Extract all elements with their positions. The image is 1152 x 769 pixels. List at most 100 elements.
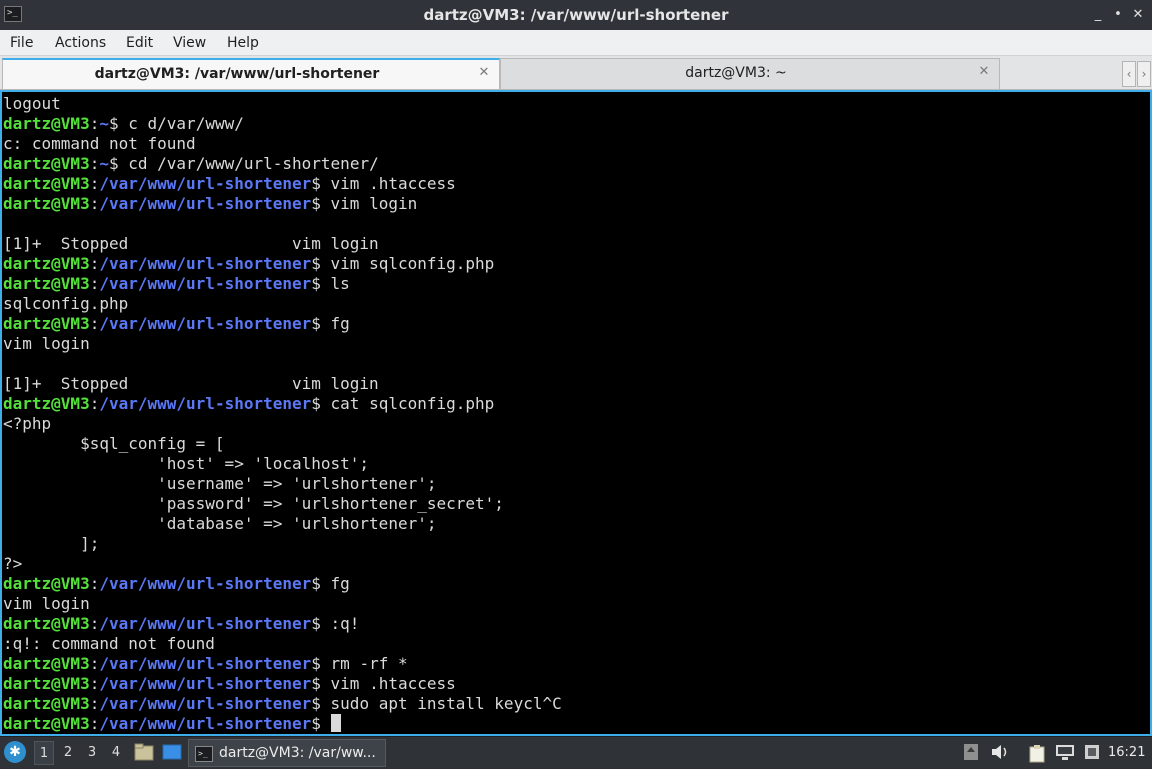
prompt-user: dartz@VM3	[3, 714, 90, 733]
prompt-path: /var/www/url-shortener	[99, 394, 312, 413]
prompt-symbol: $	[311, 574, 321, 593]
terminal-line: dartz@VM3:/var/www/url-shortener$ vim lo…	[3, 194, 562, 214]
prompt-symbol: $	[311, 314, 321, 333]
prompt-symbol: $	[311, 194, 321, 213]
terminal-line: ?>	[3, 554, 562, 574]
taskbar: ✱ 1 2 3 4 >_ dartz@VM3: /var/ww... 16:21	[0, 736, 1152, 768]
close-tab-icon[interactable]: ✕	[977, 65, 991, 79]
tab-label: dartz@VM3: /var/www/url-shortener	[94, 66, 380, 82]
command-text: vim login	[320, 194, 418, 213]
prompt-path: /var/www/url-shortener	[99, 314, 312, 333]
tab-home[interactable]: dartz@VM3: ~ ✕	[500, 58, 1000, 89]
prompt-symbol: $	[108, 154, 119, 173]
network-icon[interactable]	[1054, 743, 1076, 763]
start-menu-icon[interactable]: ✱	[4, 741, 26, 763]
command-text	[321, 714, 331, 733]
tray-update-icon[interactable]	[962, 743, 980, 763]
prompt-user: dartz@VM3	[3, 694, 90, 713]
menu-edit[interactable]: Edit	[126, 30, 153, 56]
output-text: vim login	[3, 594, 90, 613]
clipboard-icon[interactable]	[1026, 743, 1048, 763]
menu-actions[interactable]: Actions	[55, 30, 106, 56]
terminal-line: dartz@VM3:/var/www/url-shortener$ rm -rf…	[3, 654, 562, 674]
terminal-line: :q!: command not found	[3, 634, 562, 654]
prompt-separator: :	[89, 694, 100, 713]
command-text: vim .htaccess	[320, 674, 456, 693]
prompt-symbol: $	[108, 114, 119, 133]
terminal-line: dartz@VM3:~$ cd /var/www/url-shortener/	[3, 154, 562, 174]
menu-file[interactable]: File	[10, 30, 33, 56]
terminal-line: vim login	[3, 594, 562, 614]
prompt-symbol: $	[311, 174, 321, 193]
terminal-line: sqlconfig.php	[3, 294, 562, 314]
prompt-separator: :	[89, 674, 100, 693]
tab-url-shortener[interactable]: dartz@VM3: /var/www/url-shortener ✕	[2, 58, 500, 89]
terminal-line: dartz@VM3:/var/www/url-shortener$ fg	[3, 314, 562, 334]
menu-view[interactable]: View	[173, 30, 206, 56]
output-text: 'password' => 'urlshortener_secret';	[3, 494, 504, 513]
scroll-tabs-left-icon[interactable]: ‹	[1122, 61, 1136, 87]
terminal-line: [1]+ Stopped vim login	[3, 374, 562, 394]
terminal-line: dartz@VM3:/var/www/url-shortener$ fg	[3, 574, 562, 594]
task-terminal[interactable]: >_ dartz@VM3: /var/ww...	[188, 739, 386, 767]
prompt-user: dartz@VM3	[3, 274, 90, 293]
prompt-user: dartz@VM3	[3, 394, 90, 413]
tab-label: dartz@VM3: ~	[685, 65, 787, 81]
command-text: ls	[320, 274, 350, 293]
prompt-symbol: $	[311, 274, 321, 293]
prompt-path: /var/www/url-shortener	[99, 274, 312, 293]
clock: 16:21	[1108, 745, 1146, 760]
prompt-path: /var/www/url-shortener	[99, 694, 312, 713]
prompt-separator: :	[89, 154, 100, 173]
notification-icon[interactable]	[1082, 743, 1102, 763]
close-tab-icon[interactable]: ✕	[477, 66, 491, 80]
terminal-line: dartz@VM3:/var/www/url-shortener$ vim sq…	[3, 254, 562, 274]
output-text: c: command not found	[3, 134, 196, 153]
prompt-path: /var/www/url-shortener	[99, 194, 312, 213]
prompt-user: dartz@VM3	[3, 654, 90, 673]
output-text: :q!: command not found	[3, 634, 215, 653]
minimize-button[interactable]: _	[1088, 5, 1108, 25]
terminal-line: 'host' => 'localhost';	[3, 454, 562, 474]
command-text: rm -rf *	[320, 654, 408, 673]
workspace-3[interactable]: 3	[82, 741, 102, 765]
menu-help[interactable]: Help	[227, 30, 259, 56]
prompt-symbol: $	[311, 694, 321, 713]
output-text: [1]+ Stopped vim login	[3, 234, 379, 253]
prompt-user: dartz@VM3	[3, 674, 90, 693]
terminal-output: logout dartz@VM3:~$ c d/var/www/c: comman…	[3, 94, 562, 734]
terminal-line: $sql_config = [	[3, 434, 562, 454]
command-text: sudo apt install keycl^C	[320, 694, 562, 713]
workspace-2[interactable]: 2	[58, 741, 78, 765]
terminal-line: <?php	[3, 414, 562, 434]
output-text: 'host' => 'localhost';	[3, 454, 370, 473]
prompt-user: dartz@VM3	[3, 114, 90, 133]
prompt-path: /var/www/url-shortener	[99, 254, 312, 273]
file-manager-icon[interactable]	[134, 743, 154, 761]
terminal-line: dartz@VM3:/var/www/url-shortener$ vim .h…	[3, 174, 562, 194]
prompt-separator: :	[89, 174, 100, 193]
volume-icon[interactable]	[990, 743, 1010, 763]
terminal-task-icon: >_	[195, 746, 213, 762]
prompt-symbol: $	[311, 254, 321, 273]
workspace-1[interactable]: 1	[34, 741, 54, 765]
prompt-path: ~	[99, 114, 109, 133]
prompt-separator: :	[89, 314, 100, 333]
terminal-view[interactable]: logout dartz@VM3:~$ c d/var/www/c: comman…	[0, 90, 1152, 736]
terminal-line: c: command not found	[3, 134, 562, 154]
prompt-path: /var/www/url-shortener	[99, 714, 312, 733]
terminal-line: dartz@VM3:/var/www/url-shortener$ vim .h…	[3, 674, 562, 694]
tab-bar: dartz@VM3: /var/www/url-shortener ✕ dart…	[0, 56, 1152, 90]
window-titlebar[interactable]: >_ dartz@VM3: /var/www/url-shortener _ •…	[0, 0, 1152, 30]
prompt-symbol: $	[311, 614, 321, 633]
output-text: vim login	[3, 334, 90, 353]
show-desktop-icon[interactable]	[162, 743, 182, 761]
output-text: ];	[3, 534, 100, 553]
scroll-tabs-right-icon[interactable]: ›	[1137, 61, 1151, 87]
prompt-user: dartz@VM3	[3, 614, 90, 633]
output-text: logout	[3, 94, 61, 113]
workspace-4[interactable]: 4	[106, 741, 126, 765]
maximize-button[interactable]: •	[1108, 5, 1128, 25]
terminal-line: 'database' => 'urlshortener';	[3, 514, 562, 534]
close-window-button[interactable]: ✕	[1128, 5, 1148, 25]
